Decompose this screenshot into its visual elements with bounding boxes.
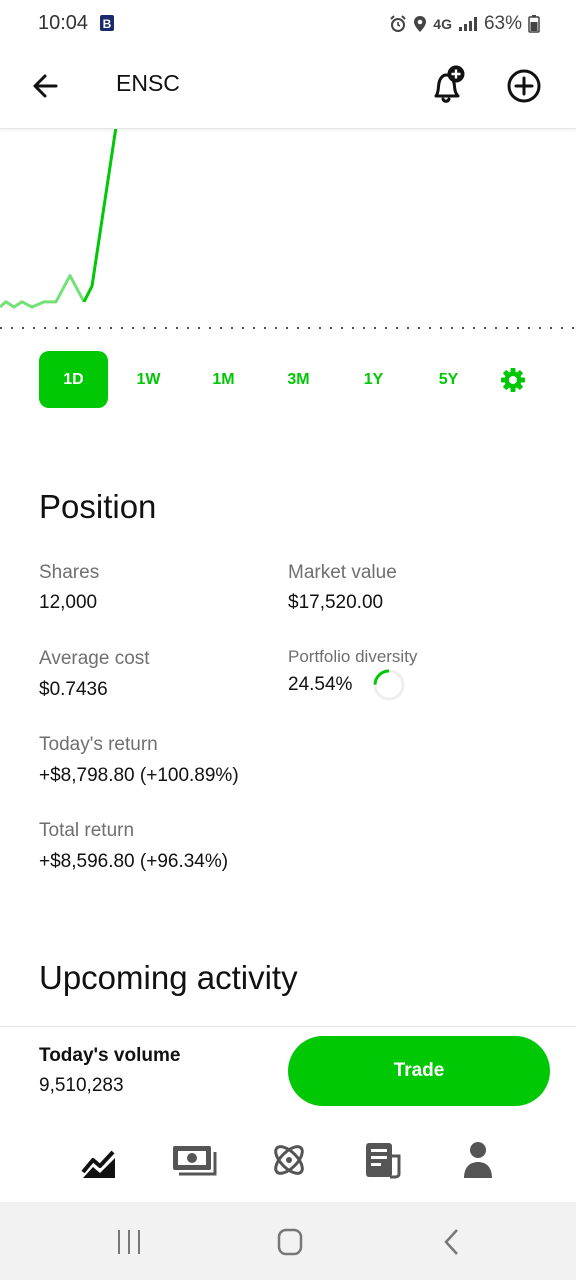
average-cost-label: Average cost [39,648,150,669]
ticker-title: ENSC [116,70,180,96]
todays-return-label: Today's return [39,734,158,755]
portfolio-diversity-label: Portfolio diversity [288,647,418,666]
chart-icon[interactable] [75,1138,123,1182]
crypto-icon[interactable] [265,1138,313,1182]
range-tab-3m[interactable]: 3M [264,351,333,408]
average-cost-value: $0.7436 [39,679,108,700]
chart-line-premarket [0,274,86,309]
price-chart[interactable] [0,129,576,339]
home-icon[interactable] [270,1224,310,1260]
back-icon[interactable] [432,1224,472,1260]
svg-text:B: B [103,17,112,31]
volume-value: 9,510,283 [39,1075,124,1096]
market-value-value: $17,520.00 [288,592,384,613]
app-bar: ENSC [0,48,576,129]
status-time: 10:04 [38,12,89,34]
alarm-icon [390,15,406,32]
position-title: Position [39,488,157,525]
profile-icon[interactable] [454,1138,502,1182]
trade-bar: Today's volume 9,510,283 Trade [0,1026,576,1121]
recent-apps-icon[interactable] [109,1224,149,1260]
bell-plus-icon[interactable] [426,64,470,108]
trade-button[interactable]: Trade [288,1036,550,1106]
battery-icon [528,15,540,33]
bottom-nav [0,1120,576,1202]
location-icon [414,16,427,32]
add-circle-icon[interactable] [502,64,546,108]
shares-value: 12,000 [39,592,98,613]
app-notification-icon: B [100,15,114,31]
status-bar: 10:04 B 4G 63% [0,0,576,48]
market-value-label: Market value [288,562,397,583]
settings-gear-icon[interactable] [499,366,527,394]
cash-icon[interactable] [170,1138,218,1182]
volume-label: Today's volume [39,1045,181,1066]
portfolio-diversity-value: 24.54% [288,674,353,695]
todays-return-value: +$8,798.80 (+100.89%) [39,765,239,786]
range-tab-1y[interactable]: 1Y [339,351,408,408]
shares-label: Shares [39,562,100,583]
chart-line-session [82,129,118,303]
range-tab-1m[interactable]: 1M [189,351,258,408]
back-arrow-icon[interactable] [26,66,66,106]
range-tab-1w[interactable]: 1W [114,351,183,408]
range-tab-5y[interactable]: 5Y [414,351,483,408]
battery-percent: 63% [483,13,522,34]
status-icons: 4G 63% [389,12,540,36]
news-icon[interactable] [359,1138,407,1182]
total-return-value: +$8,596.80 (+96.34%) [39,851,229,872]
range-tab-1d[interactable]: 1D [39,351,108,408]
network-type: 4G [433,16,452,32]
total-return-label: Total return [39,820,135,841]
portfolio-diversity-ring [373,669,405,701]
system-nav-bar [0,1202,576,1280]
range-selector: 1D 1W 1M 3M 1Y 5Y [39,351,539,409]
signal-icon [458,17,477,31]
upcoming-activity-title: Upcoming activity [39,959,298,996]
